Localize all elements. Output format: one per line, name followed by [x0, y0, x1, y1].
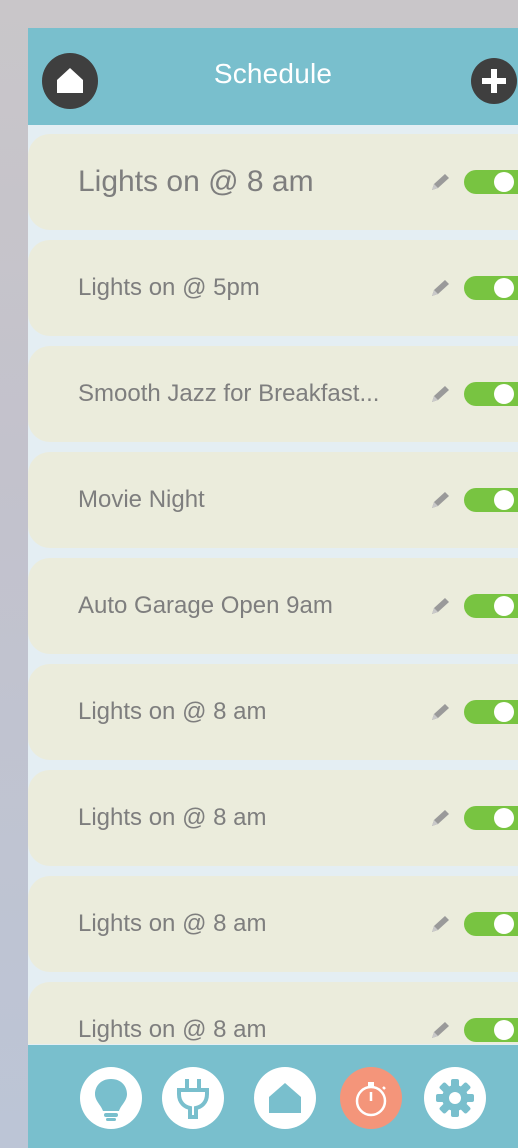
schedule-item[interactable]: Smooth Jazz for Breakfast...: [28, 346, 518, 442]
pencil-icon[interactable]: [430, 1020, 452, 1040]
toggle-knob: [494, 172, 514, 192]
schedule-toggle[interactable]: [464, 806, 518, 830]
pencil-icon[interactable]: [430, 914, 452, 934]
pencil-icon[interactable]: [430, 808, 452, 828]
schedule-toggle[interactable]: [464, 912, 518, 936]
schedule-item[interactable]: Auto Garage Open 9am: [28, 558, 518, 654]
toggle-knob: [494, 278, 514, 298]
schedule-item[interactable]: Movie Night: [28, 452, 518, 548]
schedule-toggle[interactable]: [464, 488, 518, 512]
schedule-item[interactable]: Lights on @ 8 am: [28, 134, 518, 230]
gear-icon: [436, 1079, 474, 1117]
header-bar: Schedule: [28, 28, 518, 125]
pencil-icon[interactable]: [430, 702, 452, 722]
schedule-toggle[interactable]: [464, 382, 518, 406]
pencil-icon[interactable]: [430, 596, 452, 616]
schedule-item[interactable]: Lights on @ 8 am: [28, 876, 518, 972]
nav-schedule-button[interactable]: [340, 1067, 402, 1129]
add-schedule-button[interactable]: [471, 58, 517, 104]
home-icon: [269, 1083, 301, 1113]
pencil-icon[interactable]: [430, 172, 452, 192]
schedule-label: Smooth Jazz for Breakfast...: [78, 380, 380, 407]
nav-lights-button[interactable]: [80, 1067, 142, 1129]
toggle-knob: [494, 490, 514, 510]
schedule-label: Lights on @ 8 am: [78, 1016, 267, 1043]
bottom-nav-bar: [28, 1045, 518, 1148]
schedule-label: Lights on @ 8 am: [78, 698, 267, 725]
plus-icon: [482, 69, 506, 93]
toggle-knob: [494, 596, 514, 616]
toggle-knob: [494, 808, 514, 828]
toggle-knob: [494, 384, 514, 404]
schedule-toggle[interactable]: [464, 170, 518, 194]
schedule-item[interactable]: Lights on @ 5pm: [28, 240, 518, 336]
stopwatch-icon: [355, 1082, 387, 1117]
schedule-item[interactable]: Lights on @ 8 am: [28, 982, 518, 1044]
pencil-icon[interactable]: [430, 278, 452, 298]
schedule-list: Lights on @ 8 am Lights on @ 5pm Smooth …: [28, 134, 518, 1044]
schedule-toggle[interactable]: [464, 1018, 518, 1042]
pencil-icon[interactable]: [430, 490, 452, 510]
schedule-toggle[interactable]: [464, 594, 518, 618]
schedule-toggle[interactable]: [464, 276, 518, 300]
nav-home-button[interactable]: [254, 1067, 316, 1129]
lightbulb-icon: [95, 1079, 127, 1121]
schedule-item[interactable]: Lights on @ 8 am: [28, 770, 518, 866]
schedule-label: Lights on @ 8 am: [78, 165, 314, 198]
nav-settings-button[interactable]: [424, 1067, 486, 1129]
schedule-label: Lights on @ 5pm: [78, 274, 260, 301]
toggle-knob: [494, 914, 514, 934]
toggle-knob: [494, 1020, 514, 1040]
schedule-label: Lights on @ 8 am: [78, 804, 267, 831]
schedule-item[interactable]: Lights on @ 8 am: [28, 664, 518, 760]
nav-devices-button[interactable]: [162, 1067, 224, 1129]
schedule-label: Lights on @ 8 am: [78, 910, 267, 937]
schedule-label: Auto Garage Open 9am: [78, 592, 333, 619]
plug-icon: [177, 1079, 209, 1119]
schedule-toggle[interactable]: [464, 700, 518, 724]
page-title: Schedule: [213, 58, 333, 89]
schedule-label: Movie Night: [78, 486, 205, 513]
toggle-knob: [494, 702, 514, 722]
pencil-icon[interactable]: [430, 384, 452, 404]
app-screen: Schedule Lights on @ 8 am Lights on @ 5p…: [28, 28, 518, 1148]
